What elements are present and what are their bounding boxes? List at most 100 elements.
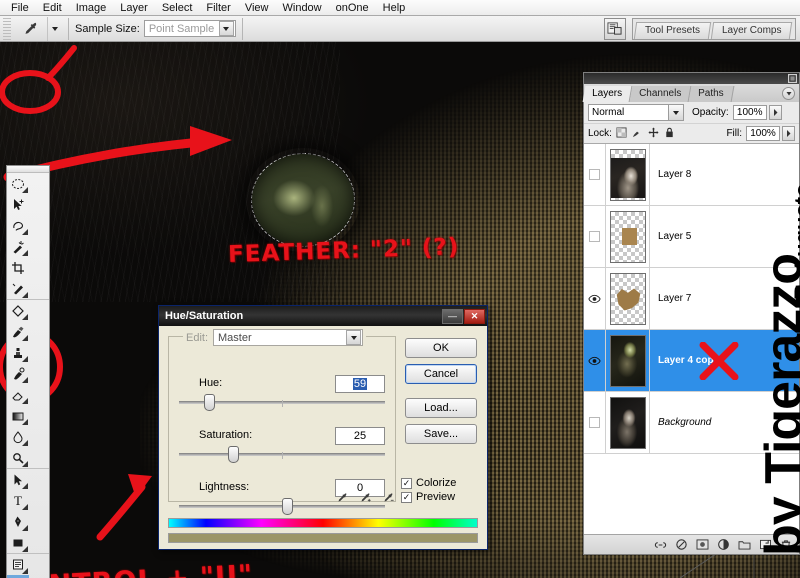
load-button[interactable]: Load...	[405, 398, 477, 418]
lock-image-pixels-icon[interactable]	[632, 127, 643, 141]
eyedropper-icon[interactable]	[336, 491, 349, 507]
layers-panel-minimize-icon[interactable]	[788, 74, 797, 83]
fill-input[interactable]: 100%	[746, 126, 780, 141]
menu-item-layer[interactable]: Layer	[113, 1, 155, 15]
table-row[interactable]: Layer 8	[584, 144, 799, 206]
history-brush-tool-icon[interactable]	[7, 363, 29, 384]
layers-panel-grip[interactable]	[584, 73, 799, 84]
edit-channel-select[interactable]: Master	[213, 329, 364, 346]
layer-visibility-toggle[interactable]	[584, 392, 606, 453]
saturation-slider-knob[interactable]	[228, 446, 240, 463]
lock-position-icon[interactable]	[648, 126, 659, 141]
layer-thumbnail-cell[interactable]	[606, 144, 650, 205]
preview-row[interactable]: ✓ Preview	[401, 491, 479, 503]
hue-saturation-dialog[interactable]: Hue/Saturation — ✕ Edit: Master Hue: 59	[158, 305, 488, 550]
layer-mask-icon[interactable]	[695, 538, 709, 552]
blend-mode-select[interactable]: Normal	[588, 104, 684, 121]
dialog-title-bar[interactable]: Hue/Saturation — ✕	[159, 306, 487, 326]
type-tool-icon[interactable]: T	[7, 490, 29, 511]
ok-button[interactable]: OK	[405, 338, 477, 358]
palette-well[interactable]: Tool Presets Layer Comps	[631, 17, 796, 40]
cancel-button[interactable]: Cancel	[405, 364, 477, 384]
menu-item-file[interactable]: File	[4, 1, 36, 15]
opacity-input[interactable]: 100%	[732, 105, 767, 120]
lasso-tool-icon[interactable]	[7, 215, 29, 236]
magic-wand-tool-icon[interactable]	[7, 236, 29, 257]
tool-preset-chevron-down-icon[interactable]	[48, 17, 62, 41]
layer-thumbnail-cell[interactable]	[606, 330, 650, 391]
new-group-icon[interactable]	[737, 538, 751, 552]
lock-transparent-pixels-icon[interactable]	[616, 126, 627, 141]
layer-thumbnail-cell[interactable]	[606, 206, 650, 267]
thumbnail-image	[616, 288, 641, 311]
link-layers-icon[interactable]	[653, 538, 667, 552]
tab-channels[interactable]: Channels	[629, 86, 692, 102]
tab-paths[interactable]: Paths	[688, 86, 735, 102]
pen-tool-icon[interactable]	[7, 511, 29, 532]
tab-layers[interactable]: Layers	[582, 86, 633, 102]
layer-visibility-toggle[interactable]	[584, 268, 606, 329]
current-tool-eyedropper-icon[interactable]	[14, 16, 48, 41]
hue-input[interactable]: 59	[335, 375, 385, 393]
preview-checkbox[interactable]: ✓	[401, 491, 412, 503]
gradient-tool-icon[interactable]	[7, 405, 29, 426]
menu-item-edit[interactable]: Edit	[36, 1, 69, 15]
hue-slider-knob[interactable]	[203, 394, 215, 411]
layer-style-icon[interactable]	[674, 538, 688, 552]
blur-tool-icon[interactable]	[7, 426, 29, 447]
save-button[interactable]: Save...	[405, 424, 477, 444]
layer-name[interactable]: Layer 8	[650, 169, 799, 180]
layer-visibility-toggle[interactable]	[584, 206, 606, 267]
menu-item-onone[interactable]: onOne	[329, 1, 376, 15]
hue-slider-track[interactable]	[179, 394, 385, 411]
path-selection-tool-icon[interactable]	[7, 469, 29, 490]
eyedropper-plus-icon[interactable]	[359, 491, 372, 507]
minimize-button[interactable]: —	[442, 308, 463, 324]
palette-dock-icon[interactable]	[603, 17, 626, 40]
well-tab-layer-comps[interactable]: Layer Comps	[710, 21, 793, 39]
dodge-tool-icon[interactable]	[7, 447, 29, 468]
blend-mode-chevron-down-icon[interactable]	[668, 105, 683, 120]
patch-tool-icon[interactable]	[7, 300, 29, 321]
menu-item-view[interactable]: View	[238, 1, 276, 15]
saturation-slider-track[interactable]	[179, 446, 385, 463]
sample-size-select[interactable]: Point Sample	[143, 20, 236, 37]
sample-size-chevron-down-icon[interactable]	[218, 21, 234, 36]
adjustment-layer-icon[interactable]	[716, 538, 730, 552]
menu-item-help[interactable]: Help	[376, 1, 413, 15]
eyedropper-minus-icon[interactable]	[382, 491, 395, 507]
options-bar-grip[interactable]	[3, 17, 11, 40]
move-tool-icon[interactable]	[7, 194, 29, 215]
colorize-checkbox[interactable]: ✓	[401, 477, 412, 489]
slice-tool-icon[interactable]	[7, 278, 29, 299]
close-icon[interactable]: ✕	[464, 308, 485, 324]
menu-item-select[interactable]: Select	[155, 1, 200, 15]
well-tab-tool-presets[interactable]: Tool Presets	[633, 21, 711, 39]
menu-item-filter[interactable]: Filter	[199, 1, 237, 15]
crop-tool-icon[interactable]	[7, 257, 29, 278]
brush-tool-icon[interactable]	[7, 321, 29, 342]
layer-thumbnail-cell[interactable]	[606, 268, 650, 329]
menu-item-image[interactable]: Image	[69, 1, 114, 15]
menu-item-window[interactable]: Window	[276, 1, 329, 15]
elliptical-selection[interactable]	[246, 147, 360, 253]
edit-channel-chevron-down-icon[interactable]	[346, 330, 362, 345]
tab-channels-label: Channels	[639, 88, 682, 99]
layer-name[interactable]: Layer 5	[650, 231, 799, 242]
lightness-slider-knob[interactable]	[282, 498, 293, 515]
colorize-row[interactable]: ✓ Colorize	[401, 477, 479, 489]
opacity-chevron-right-icon[interactable]	[768, 105, 782, 120]
toolbox-grip[interactable]	[7, 166, 49, 173]
clone-stamp-tool-icon[interactable]	[7, 342, 29, 363]
notes-tool-icon[interactable]	[7, 554, 29, 575]
fill-chevron-right-icon[interactable]	[782, 126, 795, 141]
layer-visibility-toggle[interactable]	[584, 330, 606, 391]
saturation-input[interactable]: 25	[335, 427, 385, 445]
eraser-tool-icon[interactable]	[7, 384, 29, 405]
layer-visibility-toggle[interactable]	[584, 144, 606, 205]
panel-menu-icon[interactable]	[782, 87, 795, 100]
layer-thumbnail-cell[interactable]	[606, 392, 650, 453]
lock-all-icon[interactable]	[664, 127, 675, 141]
marquee-elliptical-tool-icon[interactable]	[7, 173, 29, 194]
shape-tool-icon[interactable]	[7, 532, 29, 553]
